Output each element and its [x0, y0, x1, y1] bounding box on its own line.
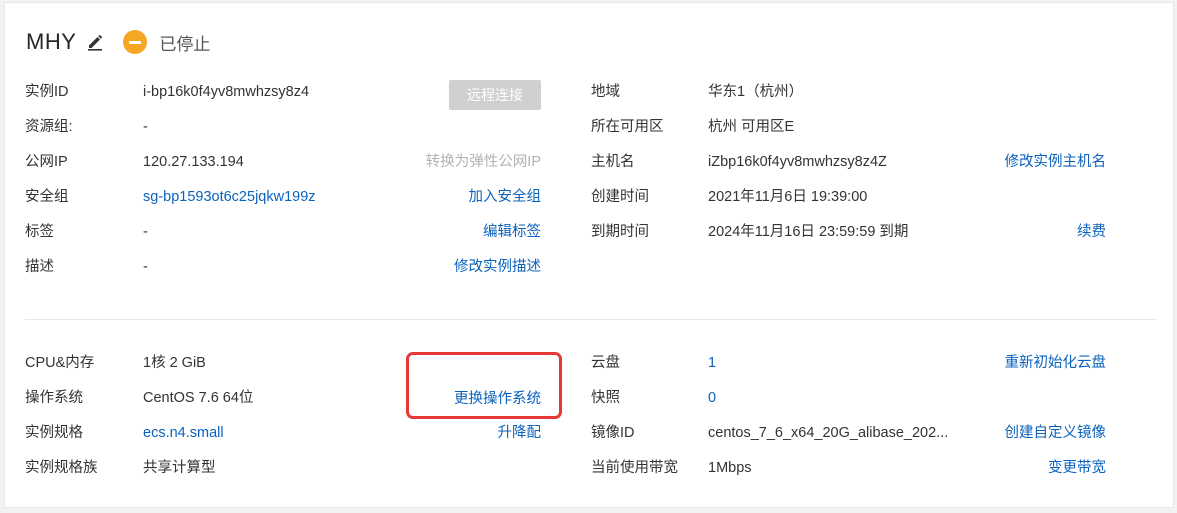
value-instance-id: i-bp16k0f4yv8mwhzsy8z4	[143, 84, 310, 100]
convert-eip-link[interactable]: 转换为弹性公网IP	[385, 152, 541, 172]
label-region: 地域	[591, 84, 620, 100]
resize-link[interactable]: 升降配	[385, 423, 542, 443]
value-description: -	[143, 259, 148, 275]
label-image-id: 镜像ID	[591, 425, 635, 441]
snapshots-count-link[interactable]: 0	[708, 388, 716, 408]
value-public-ip: 120.27.133.194	[143, 154, 244, 170]
instance-name: MHY	[26, 29, 77, 54]
disks-count-link[interactable]: 1	[708, 353, 716, 373]
label-security-group: 安全组	[25, 189, 69, 205]
value-os: CentOS 7.6 64位	[143, 390, 254, 406]
label-hostname: 主机名	[591, 154, 635, 170]
label-instance-type: 实例规格	[25, 425, 83, 441]
join-security-group-link[interactable]: 加入安全组	[385, 187, 542, 207]
renew-link[interactable]: 续费	[925, 222, 1106, 242]
section-divider	[25, 319, 1157, 320]
edit-icon[interactable]	[86, 33, 104, 51]
label-instance-family: 实例规格族	[25, 460, 98, 476]
label-tags: 标签	[25, 224, 54, 240]
status-text: 已停止	[159, 34, 211, 54]
value-created-time: 2021年11月6日 19:39:00	[708, 189, 868, 205]
reinit-disk-link[interactable]: 重新初始化云盘	[925, 353, 1107, 373]
change-bandwidth-link[interactable]: 变更带宽	[925, 458, 1106, 478]
instance-detail-card: MHY 已停止 实例ID i-bp16k0f4yv8mwhzsy8z4 远程连接…	[4, 2, 1174, 508]
value-instance-family: 共享计算型	[143, 460, 216, 476]
change-os-link[interactable]: 更换操作系统	[385, 389, 541, 409]
value-bandwidth: 1Mbps	[708, 460, 752, 476]
value-hostname: iZbp16k0f4yv8mwhzsy8z4Z	[708, 154, 887, 170]
instance-header: MHY 已停止	[26, 25, 210, 59]
label-snapshots: 快照	[591, 390, 620, 406]
create-custom-image-link[interactable]: 创建自定义镜像	[925, 423, 1107, 443]
label-description: 描述	[25, 259, 54, 275]
label-public-ip: 公网IP	[25, 154, 68, 170]
label-instance-id: 实例ID	[25, 84, 69, 100]
label-bandwidth: 当前使用带宽	[591, 460, 678, 476]
edit-description-link[interactable]: 修改实例描述	[385, 257, 541, 277]
edit-tags-link[interactable]: 编辑标签	[385, 222, 541, 242]
value-zone: 杭州 可用区E	[708, 119, 795, 135]
label-expire-time: 到期时间	[591, 224, 649, 240]
value-cpu-memory: 1核 2 GiB	[143, 355, 206, 371]
value-tags: -	[143, 224, 148, 240]
security-group-link[interactable]: sg-bp1593ot6c25jqkw199z	[143, 187, 316, 207]
label-os: 操作系统	[25, 390, 83, 406]
value-resource-group: -	[143, 119, 148, 135]
label-disks: 云盘	[591, 355, 620, 371]
value-expire-time: 2024年11月16日 23:59:59 到期	[708, 224, 909, 240]
label-cpu-memory: CPU&内存	[25, 355, 95, 371]
label-resource-group: 资源组:	[25, 119, 73, 135]
stopped-status-icon	[123, 30, 148, 54]
remote-connect-button[interactable]: 远程连接	[449, 80, 541, 110]
label-zone: 所在可用区	[591, 119, 664, 135]
label-created-time: 创建时间	[591, 189, 649, 205]
edit-hostname-link[interactable]: 修改实例主机名	[925, 152, 1107, 172]
instance-type-link[interactable]: ecs.n4.small	[143, 423, 224, 443]
value-image-id: centos_7_6_x64_20G_alibase_202...	[708, 425, 949, 441]
value-region: 华东1（杭州）	[708, 84, 804, 100]
